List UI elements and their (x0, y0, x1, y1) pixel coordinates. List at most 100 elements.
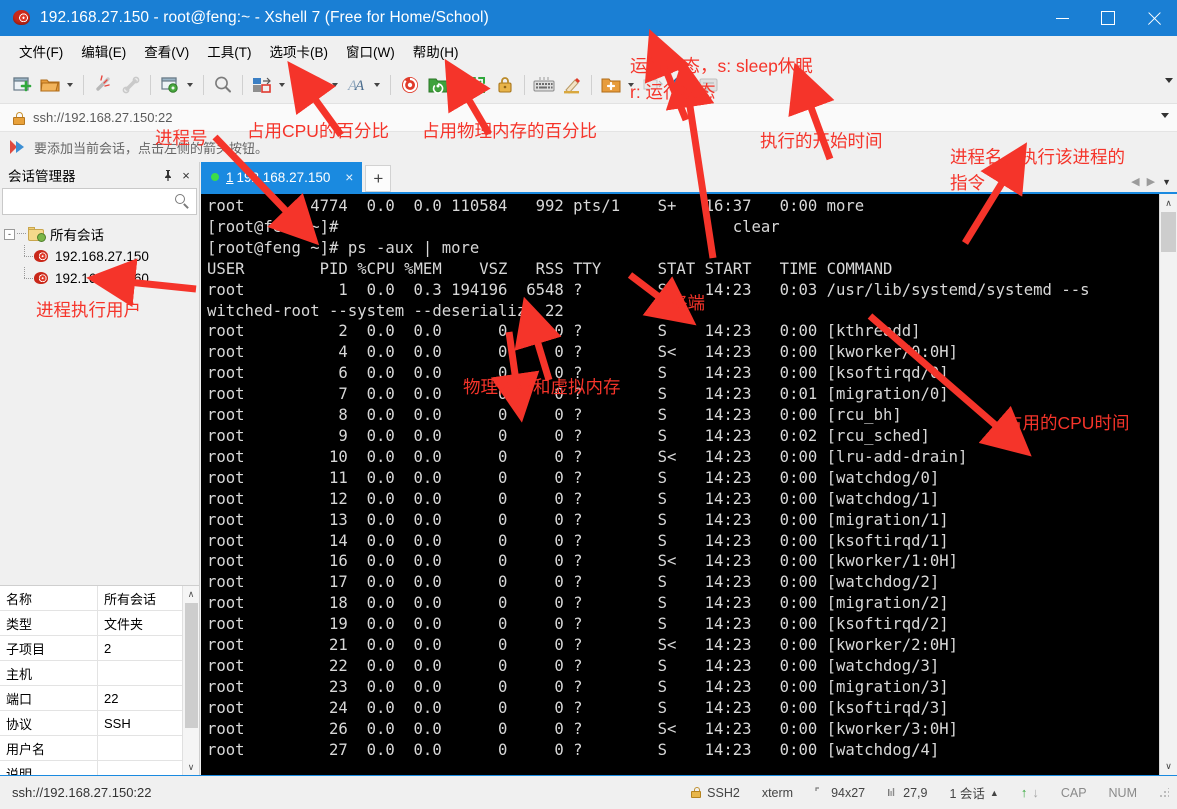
tab-next-icon[interactable]: ▶ (1147, 175, 1155, 188)
tab-192-168-27-150[interactable]: 1 192.168.27.150 × (201, 162, 363, 192)
close-button[interactable] (1131, 0, 1177, 36)
add-folder-icon[interactable] (598, 72, 624, 98)
property-key: 子项目 (0, 636, 98, 660)
log-icon[interactable] (696, 72, 722, 98)
window-title: 192.168.27.150 - root@feng:~ - Xshell 7 … (40, 9, 489, 26)
minimize-button[interactable] (1039, 0, 1085, 36)
session-manager-title: 会话管理器 (8, 169, 76, 184)
globe-icon[interactable] (302, 72, 328, 98)
properties-scrollbar[interactable]: ∧ ∨ (182, 586, 199, 775)
menu-view[interactable]: 查看(V) (135, 37, 198, 65)
menu-file[interactable]: 文件(F) (10, 37, 72, 65)
tab-list-icon[interactable]: ▼ (1162, 177, 1171, 187)
toolbar: A A ? (0, 66, 1177, 104)
property-key: 端口 (0, 686, 98, 710)
panel-close-icon[interactable]: × (177, 166, 195, 184)
session-properties-caret[interactable] (184, 73, 196, 97)
toolbar-separator (457, 74, 458, 95)
status-protocol: SSH2 (691, 786, 740, 800)
resize-icon (815, 787, 820, 791)
lock-icon[interactable] (492, 72, 518, 98)
tab-nav-controls: ◀ ▶ ▼ (1131, 175, 1171, 188)
property-row: 端口 22 (0, 686, 199, 711)
sessions-caret-icon[interactable]: ▲ (990, 788, 999, 798)
globe-caret[interactable] (329, 73, 341, 97)
tab-label: 192.168.27.150 (236, 169, 331, 185)
property-key: 类型 (0, 611, 98, 635)
menu-window[interactable]: 窗口(W) (337, 37, 404, 65)
property-row: 用户名 (0, 736, 199, 761)
highlight-icon[interactable] (559, 72, 585, 98)
toolbar-overflow-button[interactable] (1165, 78, 1173, 83)
status-cursor: 27,9 (887, 786, 927, 800)
new-tab-button[interactable]: + (365, 165, 392, 192)
toolbar-separator (390, 74, 391, 95)
window-controls (1039, 0, 1177, 36)
xshell-icon[interactable] (397, 72, 423, 98)
terminal-panel[interactable]: root 4774 0.0 0.0 110584 992 pts/1 S+ 16… (201, 192, 1177, 775)
address-bar[interactable]: ssh://192.168.27.150:22 (0, 104, 1177, 132)
menu-edit[interactable]: 编辑(E) (72, 37, 135, 65)
tree-node-label: 所有会话 (50, 228, 104, 243)
xftp-icon[interactable] (425, 72, 451, 98)
open-folder-icon[interactable] (37, 72, 63, 98)
maximize-button[interactable] (1085, 0, 1131, 36)
menu-bar: 文件(F) 编辑(E) 查看(V) 工具(T) 选项卡(B) 窗口(W) 帮助(… (0, 36, 1177, 66)
menu-tab[interactable]: 选项卡(B) (261, 37, 338, 65)
pin-icon[interactable] (159, 166, 177, 184)
tree-toggle-icon[interactable]: - (4, 228, 15, 240)
xshell-window: 192.168.27.150 - root@feng:~ - Xshell 7 … (0, 0, 1177, 809)
resize-grip[interactable] (1159, 787, 1169, 798)
status-cursor-label: 27,9 (903, 785, 928, 800)
status-sessions[interactable]: 1 会话 ▲ (949, 783, 998, 802)
session-icon (34, 249, 49, 263)
font-caret[interactable] (371, 73, 383, 97)
disconnect-icon[interactable] (90, 72, 116, 98)
session-properties-grid: 名称 所有会话 类型 文件夹 子项目 2 主机 端口 22 协议 SSH 用户名… (0, 585, 200, 775)
fullscreen-icon[interactable] (464, 72, 490, 98)
reconnect-icon[interactable] (118, 72, 144, 98)
property-row: 协议 SSH (0, 711, 199, 736)
help-icon[interactable]: ? (668, 72, 694, 98)
scroll-down-icon[interactable]: ∨ (1160, 757, 1177, 775)
tree-node-session-160[interactable]: 192.168.27.160 (4, 267, 199, 289)
tree-node-label: 192.168.27.150 (55, 248, 149, 264)
keyboard-icon[interactable] (531, 72, 557, 98)
status-transfer: ↑ ↓ (1021, 785, 1039, 800)
scroll-up-icon[interactable]: ∧ (1160, 194, 1177, 212)
tree-node-all-sessions[interactable]: - 所有会话 (4, 223, 199, 245)
tree-connector (20, 267, 34, 289)
menu-help[interactable]: 帮助(H) (404, 37, 468, 65)
tab-prev-icon[interactable]: ◀ (1131, 175, 1139, 188)
status-num-lock: NUM (1108, 785, 1137, 800)
menu-tools[interactable]: 工具(T) (198, 37, 260, 65)
terminal-scrollbar[interactable]: ∧ ∨ (1159, 194, 1177, 775)
find-icon[interactable] (210, 72, 236, 98)
open-folder-caret[interactable] (64, 73, 76, 97)
compose-icon[interactable] (640, 72, 666, 98)
status-term-type: xterm (761, 785, 794, 800)
scrollbar-thumb[interactable] (185, 603, 198, 728)
scroll-down-icon[interactable]: ∨ (183, 759, 199, 775)
new-session-icon[interactable] (9, 72, 35, 98)
property-key: 名称 (0, 586, 98, 610)
toolbar-separator (203, 74, 204, 95)
cursor-position-icon (888, 788, 895, 796)
session-properties-icon[interactable] (157, 72, 183, 98)
font-icon[interactable]: A A (344, 72, 370, 98)
hint-bar: 要添加当前会话，点击左侧的箭头按钮。 (0, 132, 1177, 162)
toolbar-separator (242, 74, 243, 95)
session-search-box[interactable] (2, 188, 197, 215)
toolbar-separator (524, 74, 525, 95)
tree-node-session-150[interactable]: 192.168.27.150 (4, 245, 199, 267)
layout-caret[interactable] (276, 73, 288, 97)
add-folder-caret[interactable] (625, 73, 637, 97)
layout-icon[interactable] (249, 72, 275, 98)
scrollbar-thumb[interactable] (1161, 212, 1176, 252)
tab-close-icon[interactable]: × (340, 168, 358, 186)
property-key: 说明 (0, 761, 98, 775)
chevron-down-icon[interactable] (1161, 113, 1169, 118)
toolbar-separator (295, 74, 296, 95)
lock-icon (691, 787, 702, 798)
scroll-up-icon[interactable]: ∧ (183, 586, 199, 603)
